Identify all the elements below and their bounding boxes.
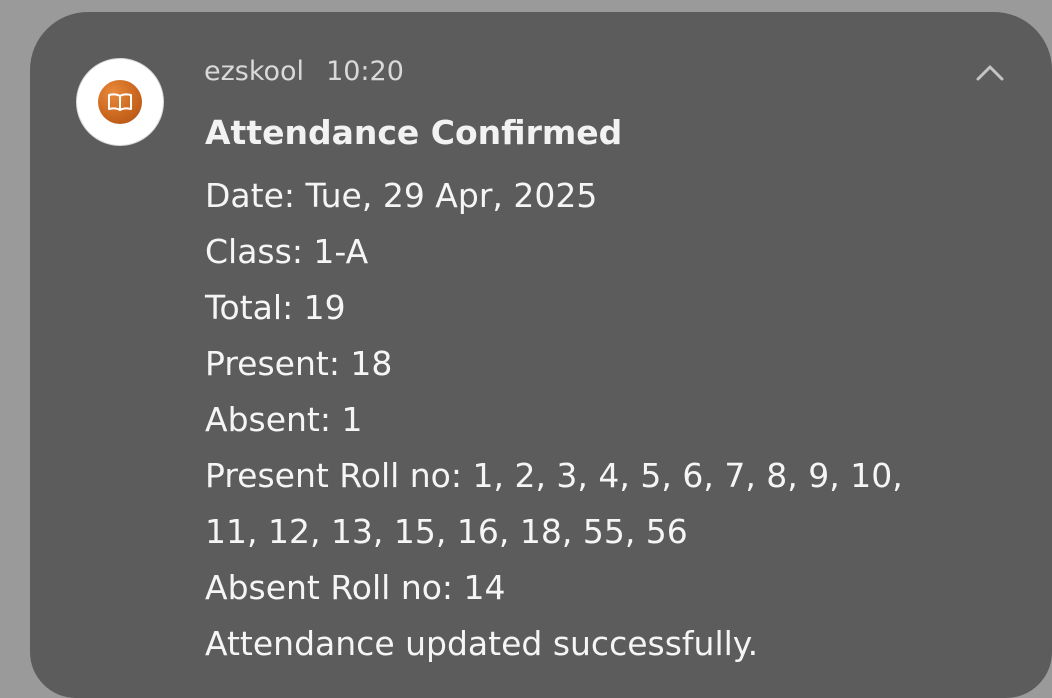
notification-time: 10:20	[326, 56, 404, 87]
notification-card[interactable]: ezskool 10:20 Attendance Confirmed Date:…	[30, 12, 1052, 698]
notification-title: Attendance Confirmed	[205, 113, 623, 152]
notification-body: Attendance Confirmed Date: Tue, 29 Apr, …	[205, 112, 992, 672]
chevron-up-icon[interactable]	[974, 62, 1006, 84]
message-line-present-roll-cont: 11, 12, 13, 15, 16, 18, 55, 56	[205, 512, 688, 551]
message-line-total: Total: 19	[205, 288, 346, 327]
open-book-icon	[108, 93, 132, 111]
app-name: ezskool	[204, 56, 305, 87]
message-line-date: Date: Tue, 29 Apr, 2025	[205, 176, 598, 215]
message-line-present-roll: Present Roll no: 1, 2, 3, 4, 5, 6, 7, 8,…	[205, 456, 903, 495]
notification-header: ezskool 10:20	[204, 56, 404, 87]
message-line-status: Attendance updated successfully.	[205, 624, 759, 663]
app-icon-badge	[98, 80, 142, 124]
app-avatar	[76, 58, 164, 146]
message-line-present: Present: 18	[205, 344, 393, 383]
message-line-absent-roll: Absent Roll no: 14	[205, 568, 506, 607]
message-line-class: Class: 1-A	[205, 232, 369, 271]
message-line-absent: Absent: 1	[205, 400, 363, 439]
